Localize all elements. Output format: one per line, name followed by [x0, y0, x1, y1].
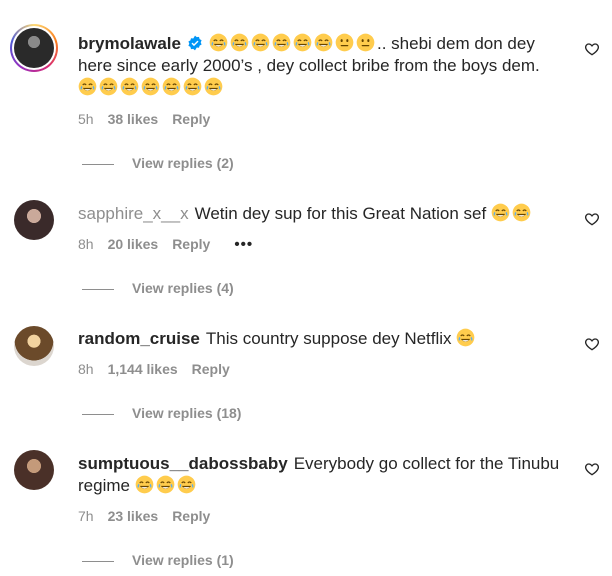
username[interactable]: sapphire_x__x: [78, 204, 189, 223]
divider: [82, 413, 114, 415]
emoji-group: [209, 33, 377, 53]
comment-text: Wetin dey sup for this Great Nation sef: [194, 204, 487, 223]
timestamp[interactable]: 8h: [78, 236, 94, 252]
tears-of-joy-emoji: [141, 77, 160, 96]
view-replies-label: View replies (1): [132, 552, 234, 568]
view-replies-button[interactable]: View replies (18): [82, 405, 241, 421]
tears-of-joy-emoji: [78, 77, 97, 96]
divider: [82, 288, 114, 290]
timestamp[interactable]: 5h: [78, 111, 94, 127]
view-replies-label: View replies (4): [132, 280, 234, 296]
avatar[interactable]: [14, 326, 54, 366]
neutral-face-emoji: [356, 33, 375, 52]
avatar[interactable]: [14, 450, 54, 490]
emoji-group: [456, 328, 477, 348]
tears-of-joy-emoji: [135, 475, 154, 494]
verified-badge-icon: [188, 35, 202, 51]
heart-outline-icon[interactable]: [584, 211, 600, 227]
like-count[interactable]: 20 likes: [108, 236, 159, 252]
heart-outline-icon[interactable]: [584, 41, 600, 57]
like-count[interactable]: 23 likes: [108, 508, 159, 524]
view-replies-button[interactable]: View replies (4): [82, 280, 234, 296]
divider: [82, 560, 114, 562]
comment-text: This country suppose dey Netflix: [205, 329, 452, 348]
comment-meta: 5h 38 likes Reply: [78, 111, 210, 127]
view-replies-button[interactable]: View replies (1): [82, 552, 234, 568]
view-replies-label: View replies (2): [132, 155, 234, 171]
reply-button[interactable]: Reply: [172, 236, 210, 252]
avatar[interactable]: [10, 24, 58, 72]
divider: [82, 163, 114, 165]
comment-body: brymolawale.. shebi dem don dey here sin…: [78, 33, 568, 99]
neutral-face-emoji: [335, 33, 354, 52]
view-replies-label: View replies (18): [132, 405, 242, 421]
avatar[interactable]: [14, 200, 54, 240]
more-options-icon[interactable]: •••: [234, 236, 253, 253]
view-replies-button[interactable]: View replies (2): [82, 155, 234, 171]
like-count[interactable]: 1,144 likes: [108, 361, 178, 377]
tears-of-joy-emoji: [209, 33, 228, 52]
reply-button[interactable]: Reply: [172, 508, 210, 524]
tears-of-joy-emoji: [512, 203, 531, 222]
comment-meta: 8h 1,144 likes Reply: [78, 361, 230, 377]
tears-of-joy-emoji: [251, 33, 270, 52]
emoji-group: [135, 475, 198, 495]
reply-button[interactable]: Reply: [172, 111, 210, 127]
timestamp[interactable]: 8h: [78, 361, 94, 377]
comment-body: sapphire_x__x Wetin dey sup for this Grea…: [78, 203, 568, 225]
username[interactable]: random_cruise: [78, 329, 200, 348]
tears-of-joy-emoji: [162, 77, 181, 96]
heart-outline-icon[interactable]: [584, 336, 600, 352]
comment-meta: 8h 20 likes Reply •••: [78, 236, 253, 253]
username[interactable]: sumptuous__dabossbaby: [78, 454, 288, 473]
reply-button[interactable]: Reply: [192, 361, 230, 377]
tears-of-joy-emoji: [99, 77, 118, 96]
emoji-group: [491, 203, 533, 223]
comment-body: sumptuous__dabossbaby Everybody go collec…: [78, 453, 568, 497]
tears-of-joy-emoji: [456, 328, 475, 347]
tears-of-joy-emoji: [120, 77, 139, 96]
heart-outline-icon[interactable]: [584, 461, 600, 477]
like-count[interactable]: 38 likes: [108, 111, 159, 127]
tears-of-joy-emoji: [156, 475, 175, 494]
tears-of-joy-emoji: [293, 33, 312, 52]
tears-of-joy-emoji: [183, 77, 202, 96]
comment-body: random_cruise This country suppose dey Ne…: [78, 328, 568, 350]
timestamp[interactable]: 7h: [78, 508, 94, 524]
tears-of-joy-emoji: [314, 33, 333, 52]
tears-of-joy-emoji: [491, 203, 510, 222]
username[interactable]: brymolawale: [78, 34, 181, 53]
tears-of-joy-emoji: [177, 475, 196, 494]
tears-of-joy-emoji: [230, 33, 249, 52]
tears-of-joy-emoji: [272, 33, 291, 52]
tears-of-joy-emoji: [204, 77, 223, 96]
emoji-group: [78, 77, 225, 97]
comment-meta: 7h 23 likes Reply: [78, 508, 210, 524]
